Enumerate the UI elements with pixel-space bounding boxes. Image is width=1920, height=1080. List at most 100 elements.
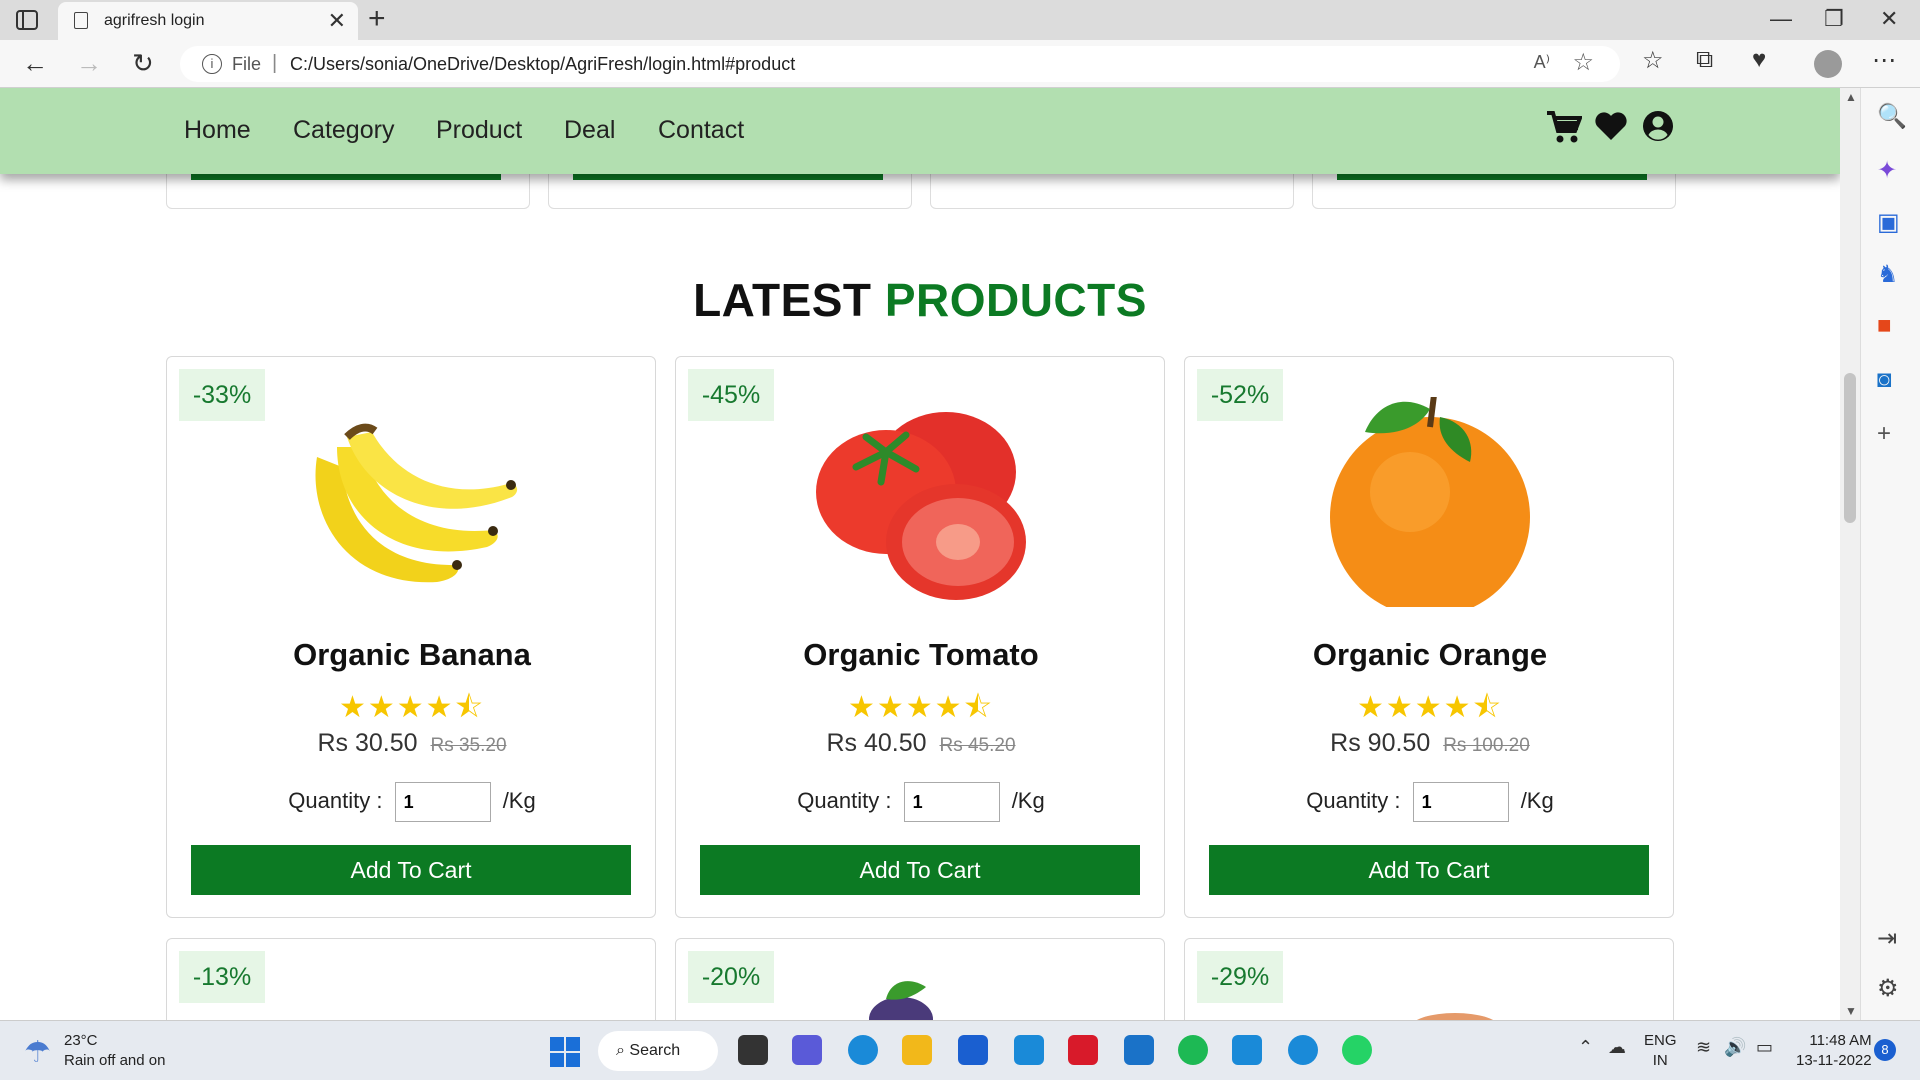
user-icon[interactable] — [1642, 110, 1674, 151]
add-to-cart-button[interactable]: Add To Cart — [700, 845, 1140, 895]
wifi-icon[interactable]: ≋ — [1696, 1037, 1711, 1058]
url-field[interactable]: i File | C:/Users/sonia/OneDrive/Desktop… — [180, 46, 1620, 82]
minimize-icon[interactable]: — — [1770, 6, 1792, 32]
section-title-green: PRODUCTS — [884, 274, 1147, 326]
site-header: Home Category Product Deal Contact — [0, 88, 1840, 174]
spotify-icon[interactable] — [1178, 1035, 1208, 1065]
section-title: LATEST PRODUCTS — [0, 273, 1840, 327]
nav-deal[interactable]: Deal — [564, 116, 615, 145]
page-scrollbar[interactable]: ▲ ▼ — [1840, 88, 1860, 1020]
nav-category[interactable]: Category — [293, 116, 394, 145]
unit-label: /Kg — [1011, 787, 1045, 813]
quantity-input[interactable] — [394, 782, 491, 822]
tools-icon[interactable]: ▣ — [1877, 208, 1900, 237]
nav-contact[interactable]: Contact — [658, 116, 744, 145]
file-explorer-icon[interactable] — [902, 1035, 932, 1065]
lang-code: ENG — [1644, 1032, 1677, 1049]
search-icon[interactable]: 🔍 — [1877, 102, 1907, 131]
quantity-input[interactable] — [903, 782, 1000, 822]
favorites-icon[interactable]: ☆ — [1642, 46, 1664, 75]
add-to-cart-button[interactable]: Add To Cart — [1209, 845, 1649, 895]
back-icon[interactable]: ← — [22, 48, 48, 79]
temperature: 23°C — [64, 1032, 98, 1049]
time: 11:48 AM — [1809, 1032, 1872, 1049]
outlook-icon[interactable]: ◙ — [1877, 366, 1892, 394]
taskbar-search[interactable]: ⌕ Search — [598, 1031, 718, 1071]
weather-status: Rain off and on — [64, 1052, 166, 1069]
product-card: -29% — [1184, 938, 1674, 1020]
teams-icon[interactable] — [792, 1035, 822, 1065]
product-name: Organic Banana — [293, 637, 531, 672]
discount-badge: -52% — [1197, 369, 1283, 421]
store-icon[interactable] — [958, 1035, 988, 1065]
network-icon[interactable]: ☁ — [1608, 1037, 1626, 1058]
nav-product[interactable]: Product — [436, 116, 522, 145]
clock[interactable]: 11:48 AM 13-11-2022 — [1796, 1031, 1872, 1071]
scroll-up-icon[interactable]: ▲ — [1845, 90, 1857, 104]
volume-icon[interactable]: 🔊 — [1724, 1037, 1746, 1058]
info-icon[interactable]: i — [202, 54, 222, 74]
new-tab-icon[interactable]: + — [368, 2, 386, 36]
product-image — [1416, 1013, 1494, 1020]
product-card: -45% Organic Tomato ★★★★⯪ Rs 40.50 Rs 45… — [675, 356, 1165, 918]
app-blue-icon[interactable] — [1124, 1035, 1154, 1065]
browser-tab[interactable]: agrifresh login ✕ — [58, 2, 358, 40]
whatsapp-icon[interactable] — [1342, 1035, 1372, 1065]
forward-icon[interactable]: → — [76, 48, 102, 79]
language-indicator[interactable]: ENG IN — [1644, 1031, 1677, 1071]
heart-icon[interactable] — [1594, 110, 1628, 151]
current-price: Rs 30.50 — [317, 729, 418, 757]
discount-badge: -45% — [688, 369, 774, 421]
copilot-icon[interactable]: ✦ — [1877, 156, 1897, 185]
quantity-row: Quantity : /Kg — [167, 782, 657, 822]
edge-icon[interactable] — [848, 1035, 878, 1065]
app-l-icon[interactable] — [1014, 1035, 1044, 1065]
tab-title: agrifresh login — [104, 12, 205, 29]
edge-sidebar: 🔍 ✦ ▣ ♞ ■ ◙ + ⇥ ⚙ — [1860, 88, 1920, 1020]
read-aloud-icon[interactable]: A⁾ — [1534, 52, 1550, 73]
collections-icon[interactable]: ⧉ — [1696, 46, 1713, 74]
health-icon[interactable]: ♥ — [1752, 46, 1766, 74]
scrollbar-thumb[interactable] — [1844, 373, 1856, 523]
url-scheme: File — [232, 54, 262, 74]
mcafee-icon[interactable] — [1068, 1035, 1098, 1065]
refresh-icon[interactable]: ↻ — [132, 48, 154, 79]
window-close-icon[interactable]: ✕ — [1880, 6, 1898, 32]
notification-badge[interactable]: 8 — [1874, 1039, 1896, 1061]
tray-chevron-icon[interactable]: ⌃ — [1578, 1037, 1593, 1058]
battery-icon[interactable]: ▭ — [1756, 1037, 1773, 1058]
add-favorite-icon[interactable]: ☆ — [1572, 48, 1594, 77]
scroll-down-icon[interactable]: ▼ — [1845, 1004, 1857, 1018]
sidebar-toggle-icon[interactable] — [16, 10, 38, 30]
cart-icon[interactable] — [1546, 110, 1583, 153]
task-view-icon[interactable] — [738, 1035, 768, 1065]
price: Rs 90.50 Rs 100.20 — [1185, 729, 1675, 758]
discount-badge: -20% — [688, 951, 774, 1003]
edge-active-icon[interactable] — [1288, 1035, 1318, 1065]
restore-icon[interactable]: ❐ — [1824, 6, 1844, 32]
add-icon[interactable]: + — [1877, 420, 1891, 448]
orange-image — [1330, 397, 1530, 607]
lang-region: IN — [1652, 1052, 1668, 1069]
product-name: Organic Tomato — [803, 637, 1039, 672]
weather-widget[interactable]: 23°C Rain off and on — [64, 1031, 165, 1071]
vscode-icon[interactable] — [1232, 1035, 1262, 1065]
quantity-input[interactable] — [1412, 782, 1509, 822]
unit-label: /Kg — [502, 787, 536, 813]
quantity-row: Quantity : /Kg — [676, 782, 1166, 822]
office-icon[interactable]: ■ — [1877, 312, 1892, 340]
hide-sidebar-icon[interactable]: ⇥ — [1877, 924, 1897, 953]
more-menu-icon[interactable]: ⋯ — [1872, 46, 1896, 75]
windows-taskbar: ☂ 23°C Rain off and on ⌕ Search ⌃ ☁ ENG … — [0, 1020, 1920, 1080]
nav-home[interactable]: Home — [184, 116, 251, 145]
profile-avatar[interactable] — [1814, 50, 1842, 78]
old-price: Rs 45.20 — [939, 735, 1016, 756]
games-icon[interactable]: ♞ — [1877, 260, 1899, 289]
start-icon[interactable] — [550, 1037, 580, 1067]
settings-icon[interactable]: ⚙ — [1877, 974, 1899, 1003]
weather-icon[interactable]: ☂ — [24, 1035, 51, 1070]
search-label: Search — [629, 1042, 681, 1059]
price: Rs 40.50 Rs 45.20 — [676, 729, 1166, 758]
close-tab-icon[interactable]: ✕ — [328, 8, 346, 34]
add-to-cart-button[interactable]: Add To Cart — [191, 845, 631, 895]
